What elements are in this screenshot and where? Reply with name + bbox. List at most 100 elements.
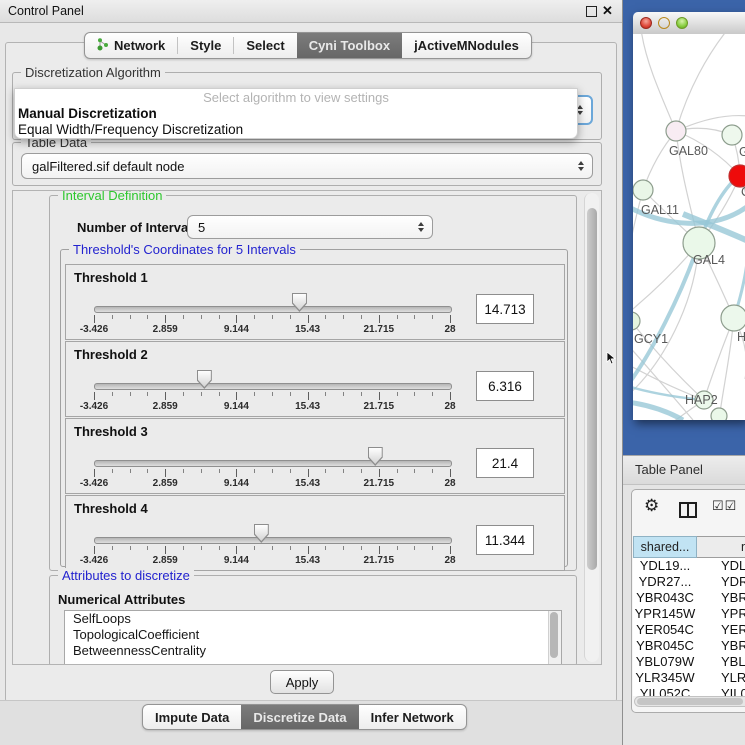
table-row[interactable]: YDL19...YDL1 — [633, 558, 745, 574]
table-cell[interactable]: YPR1 — [697, 606, 745, 622]
table-cell[interactable]: YDR27... — [633, 574, 697, 590]
tick-mark — [432, 392, 433, 396]
network-window[interactable]: GAL80GGAL11CGAL4GCY1HHAP2 — [633, 12, 745, 420]
table-cell[interactable]: YER0 — [697, 622, 745, 638]
table-cell[interactable]: YBR0 — [697, 638, 745, 654]
table-cell[interactable]: YBR045C — [633, 638, 697, 654]
threshold-value-field[interactable]: 11.344 — [476, 525, 534, 555]
network-node[interactable] — [633, 180, 653, 200]
column-layout-icon[interactable] — [679, 502, 697, 518]
tab-jactivemnodules[interactable]: jActiveMNodules — [402, 33, 531, 58]
table-row[interactable]: YDR27...YDR2 — [633, 574, 745, 590]
tick-mark — [219, 469, 220, 473]
tick-mark — [147, 315, 148, 319]
network-node[interactable] — [633, 312, 640, 330]
table-cell[interactable]: YLR3 — [697, 670, 745, 686]
attributes-list[interactable]: SelfLoopsTopologicalCoefficientBetweenne… — [64, 610, 562, 665]
tick-mark — [397, 546, 398, 550]
network-node[interactable] — [666, 121, 686, 141]
close-traffic-light-icon[interactable] — [640, 17, 652, 29]
node-label: H — [737, 330, 745, 344]
threshold-value-field[interactable]: 21.4 — [476, 448, 534, 478]
table-row[interactable]: YBR043CYBR0 — [633, 590, 745, 606]
table-cell[interactable]: YBR043C — [633, 590, 697, 606]
column-header-1[interactable]: shared... — [633, 536, 697, 558]
tick-label: 2.859 — [137, 324, 193, 335]
network-window-titlebar[interactable] — [633, 12, 745, 35]
table-cell[interactable]: YBR0 — [697, 590, 745, 606]
column-header-2[interactable]: n — [697, 536, 745, 558]
network-node[interactable] — [729, 165, 745, 187]
tick-mark — [450, 392, 451, 400]
table-cell[interactable]: YIL052C — [633, 686, 697, 696]
bottom-tab-strip: Impute DataDiscretize DataInfer Network — [142, 704, 467, 730]
table-row[interactable]: YBR045CYBR0 — [633, 638, 745, 654]
table-cell[interactable]: YDL19... — [633, 558, 697, 574]
gear-icon[interactable]: ⚙ — [644, 496, 659, 516]
scrollbar-thumb[interactable] — [637, 698, 743, 705]
bottom-tab-impute-data[interactable]: Impute Data — [143, 705, 241, 729]
list-scrollbar[interactable] — [548, 611, 561, 664]
tick-mark — [414, 392, 415, 396]
tick-label: 28 — [422, 478, 478, 489]
table-row[interactable]: YER054CYER0 — [633, 622, 745, 638]
menu-item-manual-discretization[interactable]: Manual Discretization — [15, 106, 577, 122]
tick-mark — [432, 315, 433, 319]
table-cell[interactable]: YDL1 — [697, 558, 745, 574]
table-cell[interactable]: YDR2 — [697, 574, 745, 590]
list-item[interactable]: BetweennessCentrality — [65, 643, 561, 659]
threshold-value-field[interactable]: 14.713 — [476, 294, 534, 324]
thresholds-group: Threshold's Coordinates for 5 Intervals … — [60, 249, 568, 567]
tick-mark — [165, 392, 166, 400]
threshold-value-field[interactable]: 6.316 — [476, 371, 534, 401]
combo-stepper-icon — [578, 161, 584, 171]
tab-cyni-toolbox[interactable]: Cyni Toolbox — [297, 33, 402, 58]
table-cell[interactable]: YBL0 — [697, 654, 745, 670]
network-canvas[interactable]: GAL80GGAL11CGAL4GCY1HHAP2 — [633, 34, 745, 420]
table-data-combobox[interactable]: galFiltered.sif default node — [21, 153, 593, 179]
table-cell[interactable]: YER054C — [633, 622, 697, 638]
tab-network[interactable]: Network — [85, 33, 177, 58]
table-cell[interactable]: YLR345W — [633, 670, 697, 686]
float-window-icon[interactable] — [586, 6, 597, 17]
slider-track[interactable] — [94, 460, 452, 467]
number-of-intervals-combobox[interactable]: 5 — [187, 215, 433, 239]
tick-mark — [290, 392, 291, 396]
close-icon[interactable]: ✕ — [602, 2, 613, 20]
zoom-traffic-light-icon[interactable] — [676, 17, 688, 29]
bottom-tab-infer-network[interactable]: Infer Network — [359, 705, 466, 729]
tick-mark — [219, 392, 220, 396]
network-node[interactable] — [711, 408, 727, 420]
scrollbar-thumb[interactable] — [587, 208, 597, 570]
network-node[interactable] — [722, 125, 742, 145]
table-panel-header: Table Panel — [623, 455, 745, 485]
slider-track[interactable] — [94, 537, 452, 544]
table-row[interactable]: YIL052CYIL0 — [633, 686, 745, 696]
tick-mark — [397, 315, 398, 319]
horizontal-scrollbar[interactable] — [634, 696, 745, 707]
network-node[interactable] — [721, 305, 745, 331]
table-cell[interactable]: YIL0 — [697, 686, 745, 696]
slider-track[interactable] — [94, 383, 452, 390]
tick-mark — [325, 392, 326, 396]
apply-button[interactable]: Apply — [270, 670, 334, 694]
tick-mark — [450, 469, 451, 477]
table-cell[interactable]: YPR145W — [633, 606, 697, 622]
tab-style[interactable]: Style — [178, 33, 233, 58]
list-item[interactable]: SelfLoops — [65, 611, 561, 627]
list-item[interactable]: TopologicalCoefficient — [65, 627, 561, 643]
table-row[interactable]: YLR345WYLR3 — [633, 670, 745, 686]
bottom-tab-discretize-data[interactable]: Discretize Data — [241, 705, 358, 729]
menu-item-equal-width-frequency-discretization[interactable]: Equal Width/Frequency Discretization — [15, 122, 577, 138]
table-row[interactable]: YBL079WYBL0 — [633, 654, 745, 670]
select-columns-icons[interactable]: ☑☑ — [712, 498, 737, 514]
table-cell[interactable]: YBL079W — [633, 654, 697, 670]
number-of-intervals-value: 5 — [198, 220, 205, 235]
tick-label: 21.715 — [351, 478, 407, 489]
tick-label: 9.144 — [208, 478, 264, 489]
minimize-traffic-light-icon[interactable] — [658, 17, 670, 29]
table-row[interactable]: YPR145WYPR1 — [633, 606, 745, 622]
tab-select[interactable]: Select — [234, 33, 296, 58]
vertical-scrollbar[interactable] — [584, 193, 599, 662]
slider-track[interactable] — [94, 306, 452, 313]
